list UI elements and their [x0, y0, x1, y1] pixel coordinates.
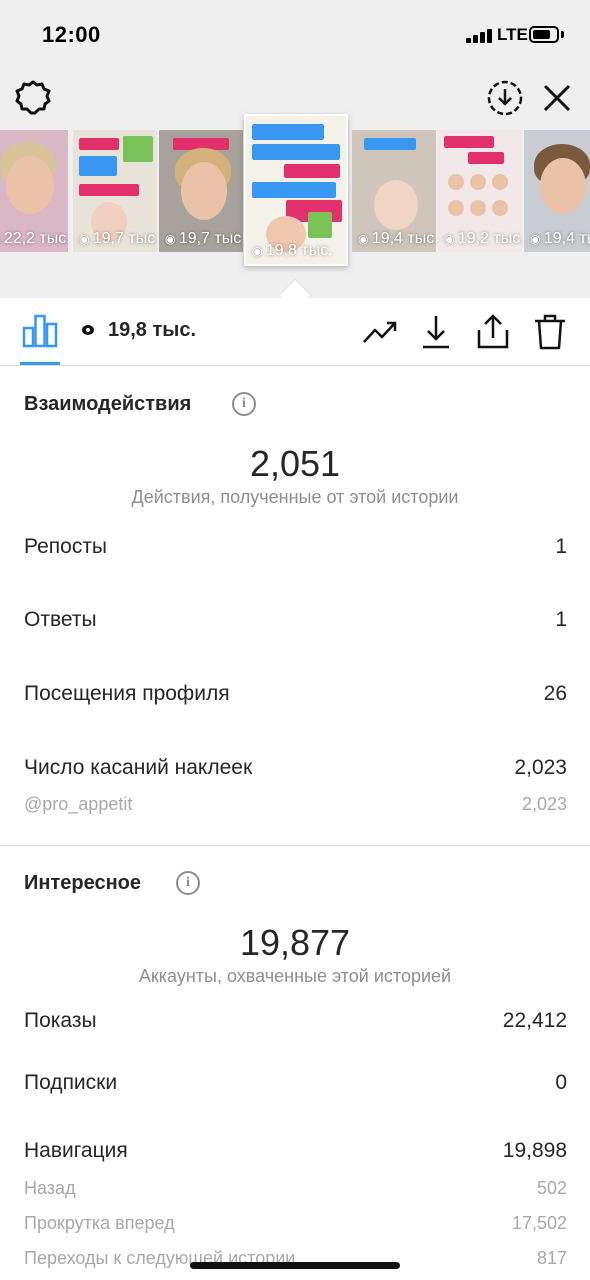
metric-value: 17,502: [511, 1213, 567, 1233]
section-divider: [0, 845, 590, 846]
metric-row-sticker-taps: Число касаний наклеек 2,023: [24, 756, 567, 784]
metric-subrow-back: Назад 502: [24, 1178, 567, 1206]
story-views: 19,7 тыс.: [165, 230, 243, 248]
story-views: 22,2 тыс.: [0, 230, 68, 248]
metric-label: Прокрутка вперед: [24, 1213, 175, 1233]
story-thumbnail[interactable]: 19,2 тыс.: [438, 130, 522, 252]
discovery-title: Интересное: [24, 872, 141, 894]
metric-value: 22,412: [502, 1009, 567, 1032]
metric-value: 0: [555, 1071, 567, 1094]
metric-label: Посещения профиля: [24, 682, 230, 705]
metric-value: 2,023: [521, 794, 567, 814]
download-icon[interactable]: [416, 312, 456, 352]
metric-subrow-forward: Прокрутка вперед 17,502: [24, 1213, 567, 1241]
story-thumbnail[interactable]: 19,4 тыс.: [352, 130, 436, 252]
delete-icon[interactable]: [530, 312, 570, 352]
story-views: 19,4 тыс.: [358, 230, 436, 248]
trending-icon[interactable]: [360, 312, 400, 352]
metric-value: 1: [555, 608, 567, 631]
metric-row-reposts: Репосты 1: [24, 535, 567, 563]
metric-subrow-mention: @pro_appetit 2,023: [24, 794, 567, 822]
metric-row-profile-visits: Посещения профиля 26: [24, 682, 567, 710]
metric-label: Ответы: [24, 608, 97, 631]
gear-icon[interactable]: [14, 79, 52, 117]
story-views: 19,8 тыс.: [252, 242, 333, 260]
metric-value: 19,898: [502, 1139, 567, 1162]
network-label: LTE: [497, 25, 528, 44]
story-views: 19,7 тыс.: [79, 230, 157, 248]
metric-row-navigation: Навигация 19,898: [24, 1139, 567, 1167]
interactions-title: Взаимодействия: [24, 393, 192, 415]
views-count: 19,8 тыс.: [108, 319, 197, 341]
discovery-total: 19,877: [239, 922, 351, 963]
active-tab-indicator: [20, 362, 60, 365]
battery-icon: [529, 26, 559, 43]
metric-label: Репосты: [24, 535, 108, 558]
info-icon[interactable]: i: [176, 871, 200, 895]
discovery-caption: Аккаунты, охваченные этой историей: [138, 966, 452, 986]
status-bar: 12:00 LTE: [0, 0, 590, 70]
metric-value: 817: [536, 1248, 567, 1268]
metric-value: 1: [555, 535, 567, 558]
eye-icon: [82, 325, 94, 335]
story-thumbnail[interactable]: 19,4 тыс.: [524, 130, 590, 252]
metric-label: Число касаний наклеек: [24, 756, 253, 779]
metric-value: 502: [536, 1178, 567, 1198]
story-thumbnail[interactable]: 22,2 тыс.: [0, 130, 68, 252]
close-icon[interactable]: [539, 80, 575, 116]
save-story-icon[interactable]: [486, 79, 524, 117]
story-insights-toolbar: 19,8 тыс.: [0, 298, 590, 366]
metric-row-replies: Ответы 1: [24, 608, 567, 636]
story-views: 19,2 тыс.: [444, 230, 522, 248]
story-thumbnail[interactable]: 19,7 тыс.: [73, 130, 157, 252]
metric-value: 26: [543, 682, 567, 705]
metric-label: Назад: [24, 1178, 76, 1198]
story-viewer-header: 12:00 LTE 22,2 тыс. 19,7 ты: [0, 0, 590, 310]
info-icon[interactable]: i: [232, 392, 256, 416]
story-thumbnail-strip: 22,2 тыс. 19,7 тыс. 19,7 тыс. 19: [0, 114, 590, 270]
home-indicator[interactable]: [190, 1262, 400, 1269]
bar-chart-icon[interactable]: [22, 314, 58, 348]
metric-row-impressions: Показы 22,412: [24, 1009, 567, 1037]
metric-row-follows: Подписки 0: [24, 1071, 567, 1099]
story-thumbnail[interactable]: 19,7 тыс.: [159, 130, 243, 252]
metric-label: @pro_appetit: [24, 794, 133, 814]
metric-label: Показы: [24, 1009, 97, 1032]
story-views: 19,4 тыс.: [530, 230, 590, 248]
interactions-caption: Действия, полученные от этой истории: [131, 487, 459, 507]
metric-label: Навигация: [24, 1139, 128, 1162]
share-icon[interactable]: [473, 312, 513, 352]
interactions-total: 2,051: [249, 443, 341, 484]
story-thumbnail-selected[interactable]: 19,8 тыс.: [244, 114, 348, 266]
signal-icon: [466, 29, 493, 43]
metric-value: 2,023: [514, 756, 567, 779]
metric-label: Подписки: [24, 1071, 118, 1094]
status-time: 12:00: [42, 22, 101, 47]
